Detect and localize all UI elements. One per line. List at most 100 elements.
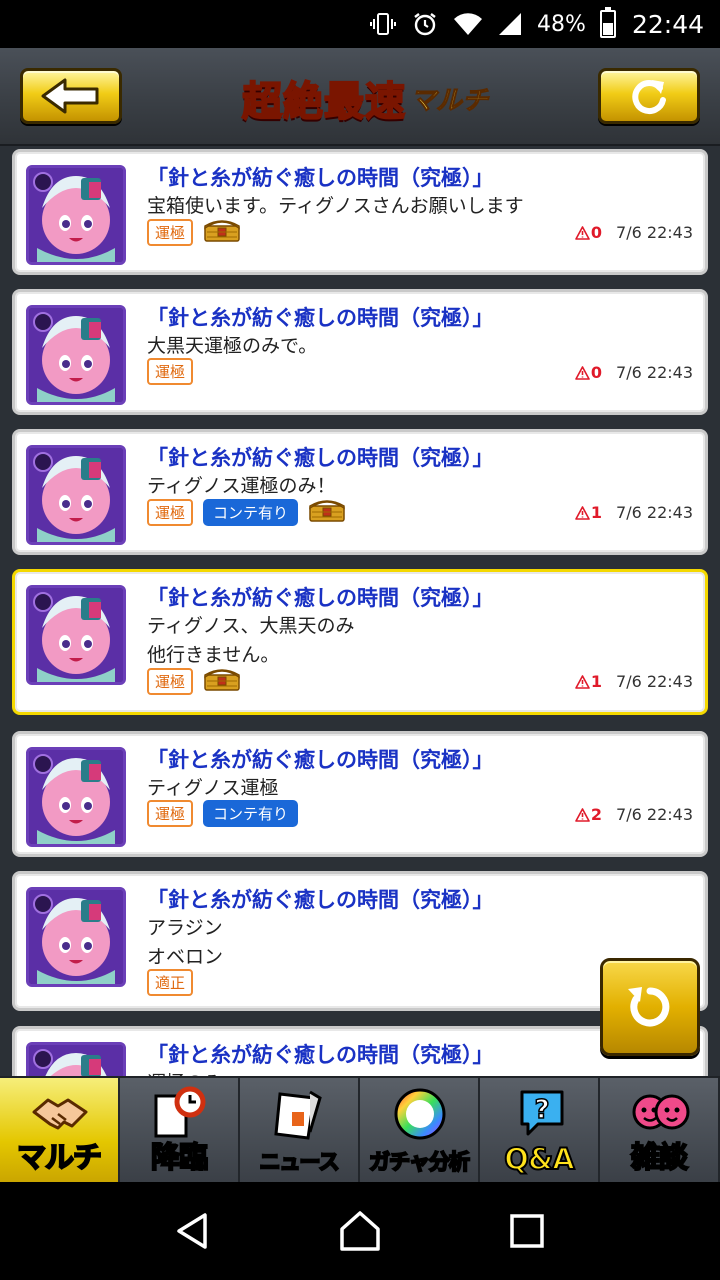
- vibrate-icon: [369, 10, 397, 38]
- tag-badge: 運極: [147, 667, 194, 695]
- monster-avatar: [26, 585, 126, 685]
- message-line: アラジン: [147, 917, 223, 939]
- app-header: 超絶最速 マルチ: [0, 48, 720, 146]
- post-tags: 運極 コンテ有り: [147, 498, 346, 526]
- tab-label: 雑談: [630, 1139, 689, 1175]
- tab-label: 降臨: [150, 1139, 209, 1175]
- floating-refresh-button[interactable]: [600, 958, 700, 1056]
- nav-back-button[interactable]: [163, 1201, 223, 1261]
- monster-avatar: [26, 165, 126, 265]
- system-nav-bar: [0, 1182, 720, 1280]
- signal-icon: [497, 11, 523, 37]
- post-card[interactable]: 「針と糸が紡ぐ癒しの時間（究極）」 ティグノス運極 運極 コンテ有り 2 7/6 22:4…: [12, 731, 708, 857]
- warning-icon: [575, 505, 590, 520]
- treasure-chest-badge: [203, 218, 241, 246]
- multi-post-list[interactable]: 「針と糸が紡ぐ癒しの時間（究極）」 宝箱使います。ティグノスさんお願いします 運極 0…: [0, 146, 720, 1076]
- wifi-icon: [453, 11, 483, 37]
- battery-percent: 48%: [537, 11, 586, 37]
- clock: 22:44: [631, 9, 704, 39]
- nav-home-button[interactable]: [330, 1201, 390, 1261]
- report-count-value: 1: [590, 503, 603, 522]
- post-meta: 0 7/6 22:43: [575, 363, 693, 382]
- post-card[interactable]: 「針と糸が紡ぐ癒しの時間（究極）」 ティグノス、大黒天のみ 他行きません。 運極 1 7/…: [12, 569, 708, 715]
- message-line: 運極のみ: [147, 1069, 223, 1076]
- post-tags: 運極: [147, 358, 194, 385]
- question-bubble-icon: ?: [510, 1086, 570, 1142]
- post-card[interactable]: 「針と糸が紡ぐ癒しの時間（究極）」 ティグノス運極のみ！ 運極 コンテ有り 1 7/6 2…: [12, 429, 708, 555]
- monster-avatar: [26, 1042, 126, 1076]
- tab-label: マルチ: [16, 1139, 103, 1175]
- post-message: アラジン オベロン: [147, 914, 223, 972]
- tab-newspaper[interactable]: ニュース: [240, 1078, 360, 1184]
- monster-avatar: [26, 747, 126, 847]
- post-card[interactable]: 「針と糸が紡ぐ癒しの時間（究極）」 宝箱使います。ティグノスさんお願いします 運極 0…: [12, 149, 708, 275]
- post-timestamp: 7/6 22:43: [616, 223, 693, 242]
- message-line: オベロン: [147, 946, 224, 968]
- post-timestamp: 7/6 22:43: [616, 672, 693, 691]
- tag-badge: 運極: [147, 498, 194, 526]
- post-message: 宝箱使います。ティグノスさんお願いします: [147, 192, 524, 221]
- report-count[interactable]: 0: [575, 223, 602, 242]
- tab-chat-faces[interactable]: 雑談: [600, 1078, 720, 1184]
- newspaper-icon: [270, 1086, 330, 1142]
- post-meta: 1 7/6 22:43: [575, 672, 693, 691]
- report-count-value: 2: [590, 805, 603, 824]
- post-message: 運極のみ: [147, 1069, 223, 1076]
- report-count[interactable]: 0: [575, 363, 602, 382]
- tab-clock-document[interactable]: 降臨: [120, 1078, 240, 1184]
- continue-badge: コンテ有り: [203, 800, 299, 827]
- treasure-chest-icon: [204, 220, 240, 242]
- header-refresh-button[interactable]: [598, 68, 700, 124]
- tab-rainbow-orb[interactable]: ガチャ分析: [360, 1078, 480, 1184]
- warning-icon: [575, 807, 590, 822]
- refresh-icon: [632, 80, 666, 115]
- post-tags: 適正: [147, 969, 194, 996]
- treasure-chest-badge: [308, 498, 346, 526]
- title-main: 超絶最速: [241, 78, 406, 126]
- report-count[interactable]: 1: [575, 672, 602, 691]
- nav-recents-button[interactable]: [497, 1201, 557, 1261]
- monster-avatar: [26, 887, 126, 987]
- post-card[interactable]: 「針と糸が紡ぐ癒しの時間（究極）」 大黒天運極のみで。 運極 0 7/6 22:43: [12, 289, 708, 415]
- message-line: 大黒天運極のみで。: [147, 335, 318, 357]
- status-bar: 48% 22:44: [0, 0, 720, 48]
- quest-title: 「針と糸が紡ぐ癒しの時間（究極）」: [147, 1043, 494, 1067]
- back-button[interactable]: [20, 68, 122, 124]
- quest-title: 「針と糸が紡ぐ癒しの時間（究極）」: [147, 446, 494, 470]
- post-message: ティグノス運極のみ！: [147, 472, 335, 501]
- post-tags: 運極: [147, 667, 241, 695]
- tab-question-bubble[interactable]: ? Q&A: [480, 1078, 600, 1184]
- treasure-chest-badge: [203, 667, 241, 695]
- svg-text:?: ?: [534, 1095, 549, 1125]
- quest-title: 「針と糸が紡ぐ癒しの時間（究極）」: [147, 306, 494, 330]
- bottom-tab-bar: マルチ 降臨 ニュース ガチャ分析 ? Q&A 雑談: [0, 1076, 720, 1184]
- post-timestamp: 7/6 22:43: [616, 503, 693, 522]
- monster-avatar: [26, 305, 126, 405]
- triangle-back-icon: [177, 1213, 208, 1249]
- message-line: ティグノス運極: [147, 777, 279, 799]
- report-count-value: 0: [590, 363, 603, 382]
- warning-icon: [575, 674, 590, 689]
- post-timestamp: 7/6 22:43: [616, 363, 693, 382]
- report-count[interactable]: 1: [575, 503, 602, 522]
- tab-handshake[interactable]: マルチ: [0, 1078, 120, 1184]
- quest-title: 「針と糸が紡ぐ癒しの時間（究極）」: [147, 748, 494, 772]
- warning-icon: [575, 225, 590, 240]
- tab-label: ガチャ分析: [368, 1149, 471, 1175]
- alarm-icon: [411, 10, 439, 38]
- rainbow-orb-icon: [390, 1086, 450, 1142]
- report-count-value: 0: [590, 223, 603, 242]
- post-message: ティグノス運極: [147, 774, 278, 803]
- arrow-left-icon: [41, 78, 99, 114]
- tag-badge: 運極: [147, 218, 194, 246]
- post-timestamp: 7/6 22:43: [616, 805, 693, 824]
- post-message: ティグノス、大黒天のみ 他行きません。: [147, 612, 354, 670]
- tag-badge: 適正: [147, 969, 194, 996]
- treasure-chest-icon: [309, 500, 345, 522]
- home-icon: [340, 1211, 380, 1251]
- message-line: ティグノス運極のみ！: [147, 475, 336, 497]
- post-meta: 1 7/6 22:43: [575, 503, 693, 522]
- quest-title: 「針と糸が紡ぐ癒しの時間（究極）」: [147, 888, 494, 912]
- message-line: 他行きません。: [147, 644, 280, 666]
- report-count[interactable]: 2: [575, 805, 602, 824]
